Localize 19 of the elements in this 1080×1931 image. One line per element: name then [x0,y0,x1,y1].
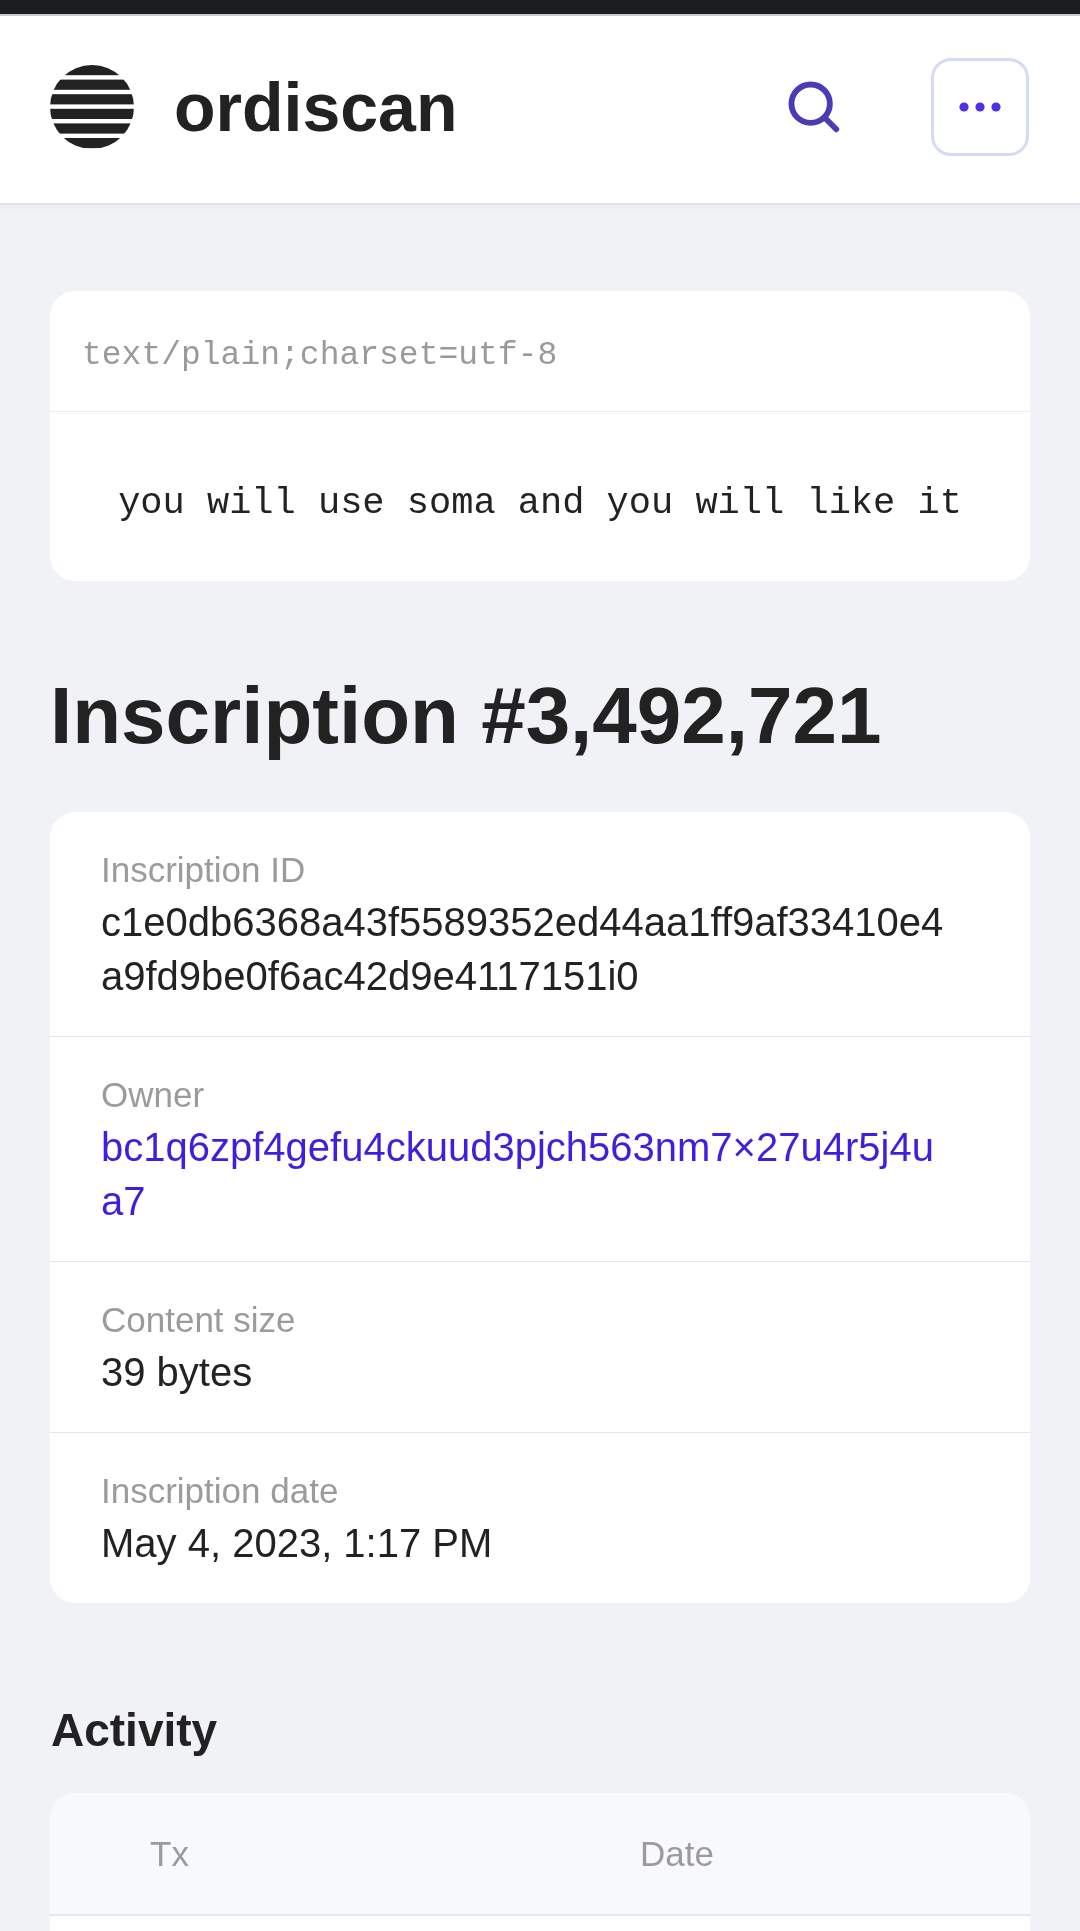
more-icon [959,101,1001,112]
search-icon [788,80,840,133]
detail-label: Content size [101,1299,296,1341]
search-button[interactable] [788,80,840,133]
section-title: Activity [51,1703,219,1758]
detail-label: Owner [101,1074,205,1116]
logo-icon [50,64,134,149]
detail-label: Inscription date [101,1470,339,1512]
column-header: Tx [150,1832,189,1875]
detail-label: Inscription ID [101,849,306,891]
content-type-label: text/plain;charset=utf-8 [82,336,558,376]
detail-value: May 4, 2023, 1:17 PM [101,1520,493,1567]
inscription-text: you will use soma and you will like it [118,480,962,525]
detail-value: 39 bytes [101,1349,253,1396]
detail-value: c1e0db6368a43f5589352ed44aa1ff9af33410e4a9fd9be0f6ac42d9e4117151i0 [101,899,945,1000]
brand-name[interactable]: ordiscan [174,72,458,141]
page-title: Inscription #3,492,721 [50,670,883,762]
owner-link[interactable]: bc1q6zpf4gefu4ckuud3pjch563nm7×27u4r5j4ua7 [101,1120,951,1228]
column-header: Date [640,1832,714,1875]
